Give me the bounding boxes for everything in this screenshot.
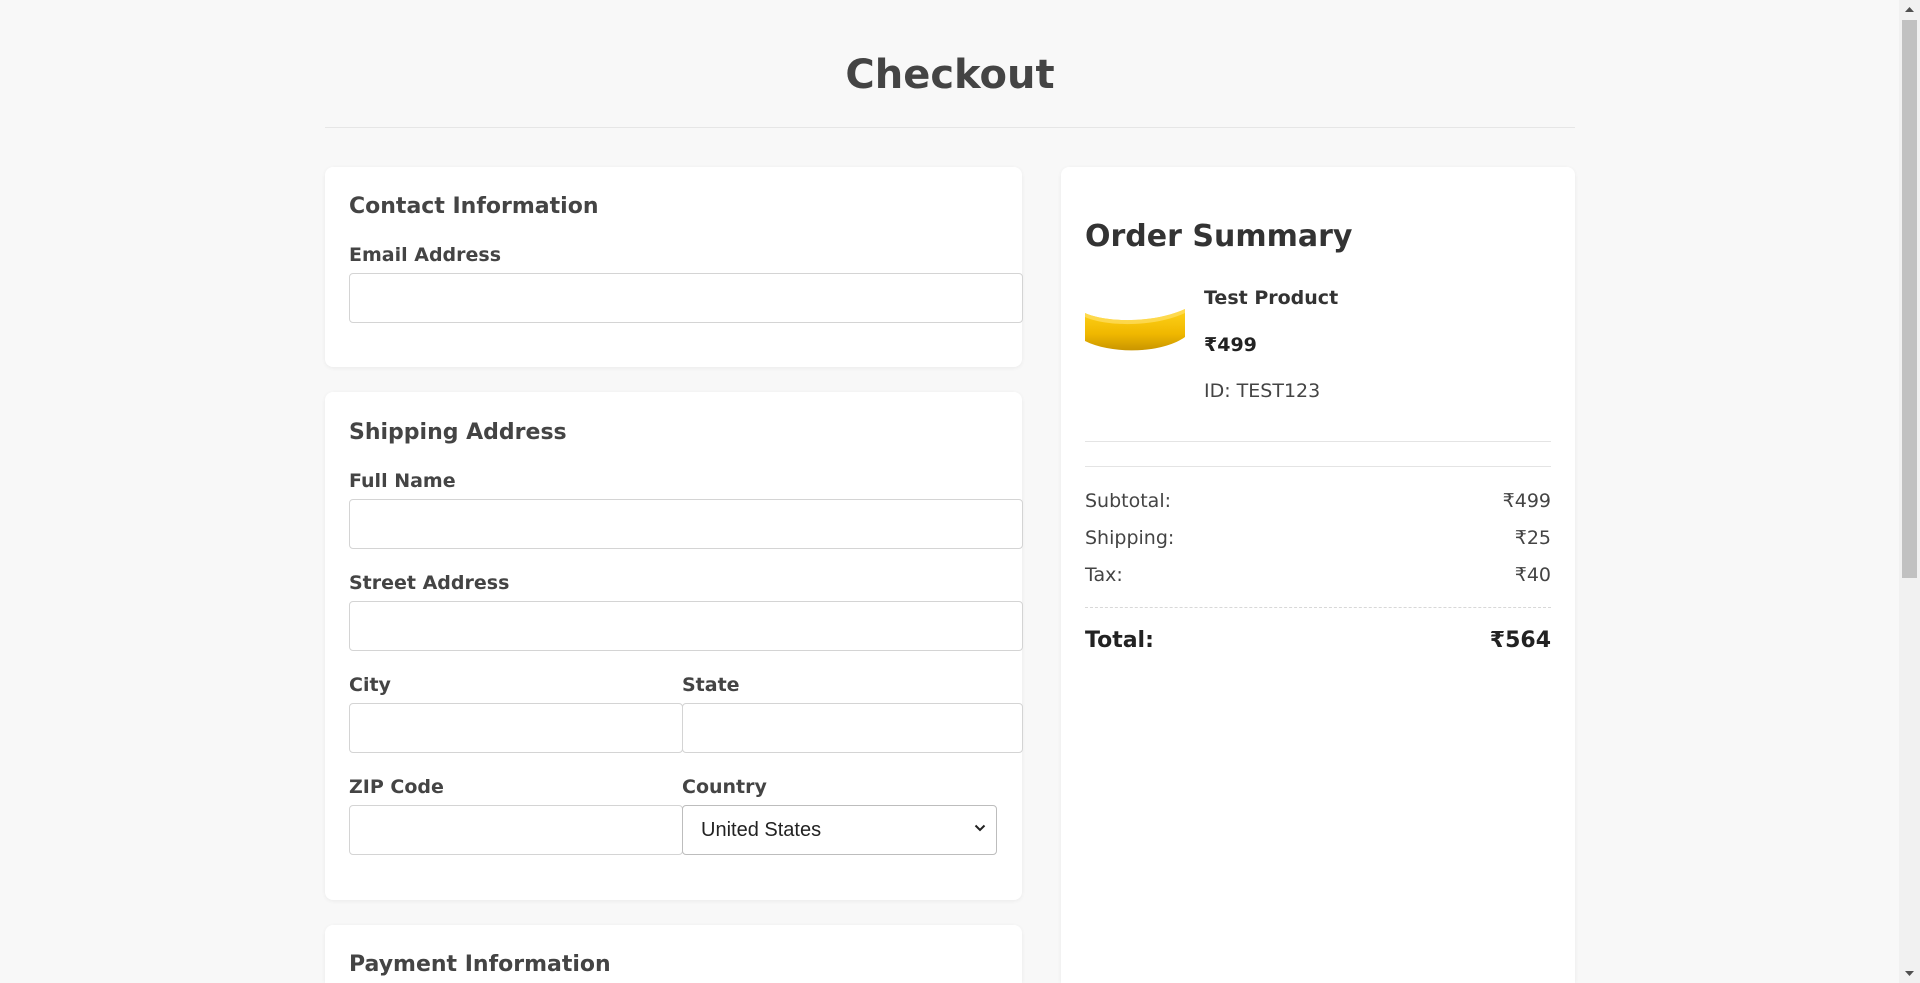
subtotal-value: ₹499 — [1502, 490, 1551, 512]
page-title: Checkout — [845, 52, 1055, 98]
contact-card: Contact Information Email Address — [325, 167, 1023, 367]
payment-heading: Payment Information — [349, 952, 611, 977]
street-label: Street Address — [349, 572, 510, 594]
city-field[interactable] — [349, 703, 683, 753]
state-label: State — [682, 674, 740, 696]
city-label: City — [349, 674, 391, 696]
total-value: ₹564 — [1489, 628, 1551, 653]
state-field[interactable] — [682, 703, 1023, 753]
product-id: ID: TEST123 — [1204, 380, 1321, 402]
email-label: Email Address — [349, 244, 502, 266]
tax-label: Tax: — [1085, 564, 1123, 586]
checkout-container: Checkout Contact Information Email Addre… — [325, 0, 1575, 983]
country-label: Country — [682, 776, 767, 798]
total-divider — [1085, 607, 1551, 608]
checkout-page: Checkout Contact Information Email Addre… — [0, 0, 1899, 983]
scroll-down-arrow-icon[interactable] — [1903, 967, 1916, 980]
payment-card: Payment Information — [325, 925, 1022, 983]
scroll-up-arrow-icon[interactable] — [1903, 3, 1916, 16]
contact-heading: Contact Information — [349, 194, 599, 219]
shipping-cost-label: Shipping: — [1085, 527, 1175, 549]
title-divider — [325, 127, 1575, 128]
summary-divider — [1085, 466, 1551, 467]
full-name-label: Full Name — [349, 470, 456, 492]
chevron-down-icon — [974, 824, 986, 832]
scrollbar-thumb[interactable] — [1902, 20, 1917, 578]
subtotal-label: Subtotal: — [1085, 490, 1172, 512]
country-selected-value: United States — [701, 818, 822, 841]
product-price: ₹499 — [1204, 334, 1257, 356]
street-field[interactable] — [349, 601, 1023, 651]
shipping-cost-value: ₹25 — [1514, 527, 1551, 549]
full-name-field[interactable] — [349, 499, 1023, 549]
zip-field[interactable] — [349, 805, 683, 855]
summary-divider — [1085, 441, 1551, 442]
total-label: Total: — [1085, 628, 1154, 653]
tax-value: ₹40 — [1514, 564, 1551, 586]
order-summary-heading: Order Summary — [1085, 219, 1353, 254]
zip-label: ZIP Code — [349, 776, 444, 798]
email-field[interactable] — [349, 273, 1023, 323]
order-summary-card: Order Summary Test Product ₹499 ID: TEST… — [1061, 167, 1575, 983]
country-select[interactable]: United States — [682, 805, 997, 855]
shipping-card: Shipping Address Full Name Street Addres… — [325, 392, 1023, 900]
banana-image-icon — [1085, 309, 1185, 351]
product-name: Test Product — [1204, 287, 1339, 309]
shipping-heading: Shipping Address — [349, 420, 567, 445]
